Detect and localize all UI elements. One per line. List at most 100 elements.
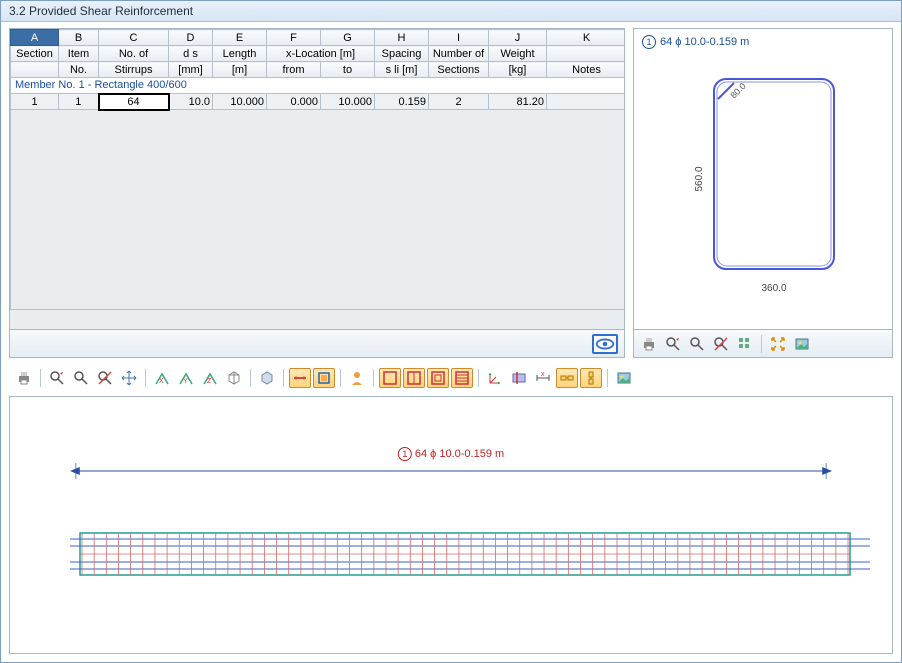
toggle-rebar-icon[interactable] (289, 368, 311, 388)
col-letter[interactable]: I (429, 30, 489, 46)
find-member-icon[interactable] (46, 368, 68, 388)
hdr (547, 46, 625, 62)
hdr: to (321, 62, 375, 78)
view-3d-icon[interactable] (223, 368, 245, 388)
dim-h: 360.0 (761, 283, 786, 294)
cell-spacing[interactable]: 0.159 (375, 94, 429, 110)
beam-svg (70, 527, 870, 587)
hdr: Length (213, 46, 267, 62)
view-x-icon[interactable]: X (151, 368, 173, 388)
toggle-stirrups-icon[interactable] (313, 368, 335, 388)
cell-stirrups[interactable]: 64 (99, 94, 169, 110)
cell-xfrom[interactable]: 0.000 (267, 94, 321, 110)
view-z-icon[interactable]: Z (199, 368, 221, 388)
view-toggle-button[interactable] (592, 334, 618, 354)
view-y-icon[interactable]: Y (175, 368, 197, 388)
col-letter[interactable]: F (267, 30, 321, 46)
cell-length[interactable]: 10.000 (213, 94, 267, 110)
find-icon[interactable] (662, 334, 684, 354)
hdr: No. (59, 62, 99, 78)
cell-xto[interactable]: 10.000 (321, 94, 375, 110)
link-v-icon[interactable] (580, 368, 602, 388)
svg-text:X: X (159, 378, 164, 385)
table-footer (10, 329, 624, 357)
hdr: Stirrups (99, 62, 169, 78)
section-canvas[interactable]: 1 64 ϕ 10.0-0.159 m 80.0 560.0 360.0 (634, 29, 892, 329)
col-letter[interactable]: K (547, 30, 625, 46)
svg-text:Y: Y (183, 378, 188, 385)
column-letters-row: A B C D E F G H I J K (11, 30, 625, 46)
cell-notes[interactable] (547, 94, 625, 110)
layout-4-icon[interactable] (451, 368, 473, 388)
col-letter[interactable]: J (489, 30, 547, 46)
section-label-circ: 1 (642, 35, 656, 49)
col-letter[interactable]: D (169, 30, 213, 46)
iso-icon[interactable] (256, 368, 278, 388)
beam-label-circ: 1 (398, 447, 412, 461)
hdr: Section (11, 46, 59, 62)
hdr: Weight (489, 46, 547, 62)
col-letter[interactable]: E (213, 30, 267, 46)
beam-label: 1 64 ϕ 10.0-0.159 m (398, 447, 504, 461)
dimension-line (70, 463, 832, 479)
zoom-icon[interactable] (70, 368, 92, 388)
person-icon[interactable] (346, 368, 368, 388)
hdr: Item (59, 46, 99, 62)
data-grid[interactable]: A B C D E F G H I J K (10, 29, 624, 329)
section-label-text: 64 ϕ 10.0-0.159 m (660, 36, 749, 48)
link-h-icon[interactable] (556, 368, 578, 388)
zoom-cancel-icon[interactable] (94, 368, 116, 388)
print-icon[interactable] (13, 368, 35, 388)
grid-select-icon[interactable] (734, 334, 756, 354)
section-svg: 80.0 560.0 360.0 (684, 69, 864, 329)
image-icon[interactable] (613, 368, 635, 388)
dimension-x-icon[interactable]: x (532, 368, 554, 388)
app-window: 3.2 Provided Shear Reinforcement A B (0, 0, 902, 663)
col-letter[interactable]: B (59, 30, 99, 46)
section-cut-icon[interactable] (508, 368, 530, 388)
header-row-2: No. Stirrups [mm] [m] from to s li [m] S… (11, 62, 625, 78)
table-row[interactable]: 1 1 64 10.0 10.000 0.000 10.000 0.159 2 … (11, 94, 625, 110)
pan-icon[interactable] (118, 368, 140, 388)
hdr: from (267, 62, 321, 78)
hdr: s li [m] (375, 62, 429, 78)
cell-item[interactable]: 1 (59, 94, 99, 110)
col-letter[interactable]: C (99, 30, 169, 46)
print-icon[interactable] (638, 334, 660, 354)
layout-2-icon[interactable] (403, 368, 425, 388)
axis-icon[interactable] (484, 368, 506, 388)
dim-v: 560.0 (694, 166, 705, 191)
beam-label-text: 64 ϕ 10.0-0.159 m (415, 448, 504, 460)
member-header-row[interactable]: Member No. 1 - Rectangle 400/600 (11, 78, 625, 94)
section-preview-panel: 1 64 ϕ 10.0-0.159 m 80.0 560.0 360.0 (633, 28, 893, 358)
beam-view-panel[interactable]: 1 64 ϕ 10.0-0.159 m (9, 396, 893, 654)
member-label: Member No. 1 - Rectangle 400/600 (11, 78, 625, 94)
sheet-table[interactable]: A B C D E F G H I J K (10, 29, 624, 310)
hdr: [kg] (489, 62, 547, 78)
section-toolbar (634, 329, 892, 357)
hdr-xloc: x-Location [m] (267, 46, 375, 62)
zoom-reset-icon[interactable] (710, 334, 732, 354)
hdr: Number of (429, 46, 489, 62)
layout-1-icon[interactable] (379, 368, 401, 388)
col-letter[interactable]: G (321, 30, 375, 46)
cell-weight[interactable]: 81.20 (489, 94, 547, 110)
cell-nsect[interactable]: 2 (429, 94, 489, 110)
cell-section[interactable]: 1 (11, 94, 59, 110)
hdr (11, 62, 59, 78)
zoom-icon[interactable] (686, 334, 708, 354)
image-icon[interactable] (791, 334, 813, 354)
main-toolbar: X Y Z x (9, 364, 893, 392)
svg-text:x: x (541, 371, 545, 378)
header-row-1: Section Item No. of d s Length x-Locatio… (11, 46, 625, 62)
table-panel: A B C D E F G H I J K (9, 28, 625, 358)
hdr: Notes (547, 62, 625, 78)
cell-ds[interactable]: 10.0 (169, 94, 213, 110)
layout-3-icon[interactable] (427, 368, 449, 388)
extents-icon[interactable] (767, 334, 789, 354)
window-title: 3.2 Provided Shear Reinforcement (1, 1, 901, 22)
section-label: 1 64 ϕ 10.0-0.159 m (642, 35, 749, 49)
col-letter[interactable]: H (375, 30, 429, 46)
hdr: Sections (429, 62, 489, 78)
col-letter[interactable]: A (11, 30, 59, 46)
